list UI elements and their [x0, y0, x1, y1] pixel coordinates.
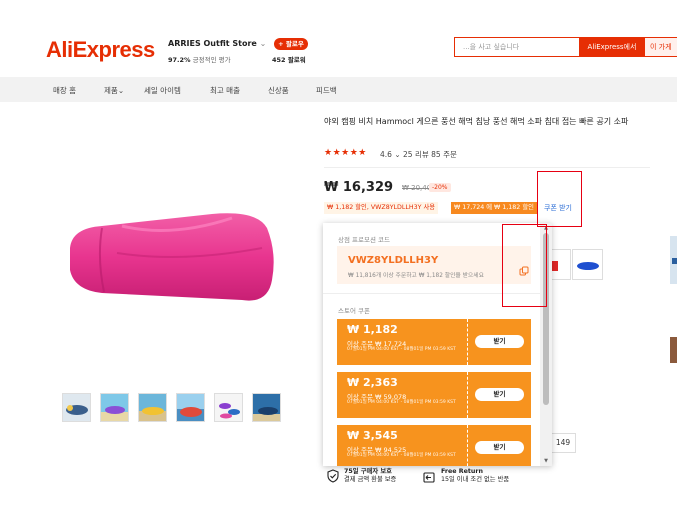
coupon-action-area: 받기	[467, 372, 531, 418]
followers-count: 452 팔로워	[272, 56, 306, 64]
promo-code-condition: ₩ 11,816개 이상 주문하고 ₩ 1,182 할인을 받으세요	[348, 273, 484, 279]
quantity-value[interactable]: 149	[550, 433, 576, 453]
store-caret-icon: ⌄	[259, 39, 267, 48]
free-return-sub: 15일 이내 조건 없는 반품	[441, 476, 510, 483]
rating-summary: 4.6 ⌄ 25 리뷰 85 주문	[380, 149, 457, 160]
promo-code-tag[interactable]: ₩ 1,182 할인, VWZ8YLDLLH3Y 사용	[324, 202, 439, 214]
review-count[interactable]: 25 리뷰	[403, 150, 429, 159]
promo-code-value: VWZ8YLDLLH3Y	[348, 255, 439, 266]
buyer-protection[interactable]: 75일 구매자 보호 결제 금액 환불 보증	[344, 468, 396, 484]
search-input[interactable]: ...을 사고 싶습니다	[454, 37, 579, 57]
coupon-perforation	[467, 372, 468, 418]
search-aliexpress-button[interactable]: AliExpress에서	[579, 37, 645, 57]
store-name-text: ARRIES Outfit Store	[168, 39, 257, 48]
nav-sale-items[interactable]: 세일 아이템	[144, 85, 181, 96]
store-coupon-card: ₩ 2,363 이상 주문 ₩ 59,078 07월01일 PM 04:00 K…	[337, 372, 467, 418]
current-price: ₩ 16,329	[324, 180, 394, 195]
side-product-image-1[interactable]	[666, 232, 677, 292]
search-store-button[interactable]: 이 가게	[645, 37, 677, 57]
store-name[interactable]: ARRIES Outfit Store ⌄	[168, 39, 266, 48]
promo-code-label: 상점 프로모션 코드	[338, 236, 390, 244]
store-coupon-tag[interactable]: ₩ 17,724 에 ₩ 1,182 할인	[451, 202, 537, 214]
nav-new-arrivals[interactable]: 신상품	[268, 85, 289, 96]
coupon-action-area: 받기	[467, 425, 531, 466]
rating-value: 4.6	[380, 150, 392, 159]
coupon-validity: 07월01일 PM 04:00 KST - 08월01일 PM 03:59 KS…	[347, 400, 456, 405]
store-rating-label: 긍정적인 평가	[192, 56, 231, 64]
thumbnail-5[interactable]	[214, 393, 243, 422]
highlight-box	[502, 224, 547, 307]
nav-top-selling[interactable]: 최고 매출	[210, 85, 240, 96]
store-coupon-card: ₩ 3,545 이상 주문 ₩ 94,525 07월01일 PM 04:00 K…	[337, 425, 467, 466]
aliexpress-logo[interactable]: AliExpress	[46, 37, 155, 63]
coupon-perforation	[467, 425, 468, 466]
coupon-amount: ₩ 1,182	[347, 323, 398, 336]
store-rating-percent: 97.2%	[168, 56, 191, 64]
scroll-down-arrow-icon[interactable]: ▼	[543, 458, 549, 464]
coupon-amount: ₩ 2,363	[347, 376, 398, 389]
highlight-box	[537, 171, 582, 227]
coupon-validity: 07월01일 PM 04:00 KST - 08월01일 PM 03:59 KS…	[347, 347, 456, 352]
coupon-validity: 07월01일 PM 04:00 KST - 08월01일 PM 03:59 KS…	[347, 453, 456, 458]
get-coupon-button[interactable]: 받기	[475, 388, 524, 401]
nav-store-home[interactable]: 매장 홈	[53, 85, 76, 96]
free-return-title: Free Return	[441, 468, 483, 475]
nav-products[interactable]: 제품⌄	[104, 85, 124, 96]
coupon-perforation	[467, 319, 468, 365]
discount-badge: -20%	[429, 183, 451, 192]
coupon-amount: ₩ 3,545	[347, 429, 398, 442]
chevron-down-icon: ⌄	[117, 86, 125, 95]
free-return[interactable]: Free Return 15일 이내 조건 없는 반품	[441, 468, 509, 484]
get-coupon-button[interactable]: 받기	[475, 441, 524, 454]
coupon-action-area: 받기	[467, 319, 531, 365]
rating-stars[interactable]: ★★★★★	[324, 148, 367, 158]
thumbnail-4[interactable]	[176, 393, 205, 422]
nav-feedback[interactable]: 피드백	[316, 85, 337, 96]
return-icon	[422, 469, 436, 483]
follow-button[interactable]: + 팔로우	[274, 38, 308, 50]
store-rating: 97.2% 긍정적인 평가	[168, 54, 231, 64]
thumbnail-3[interactable]	[138, 393, 167, 422]
thumbnail-2[interactable]	[100, 393, 129, 422]
get-coupon-button[interactable]: 받기	[475, 335, 524, 348]
nav-products-label: 제품	[104, 86, 118, 95]
buyer-protection-title: 75일 구매자 보호	[344, 468, 392, 475]
buyer-protection-sub: 결제 금액 환불 보증	[344, 476, 397, 483]
divider	[324, 167, 650, 168]
variant-blue-thumbnail[interactable]	[572, 249, 603, 280]
thumbnail-1[interactable]	[62, 393, 91, 422]
thumbnail-6[interactable]	[252, 393, 281, 422]
order-count: 85 주문	[431, 150, 457, 159]
product-title: 야외 캠핑 비치 Hammocl 게으른 풍선 해먹 침낭 풍선 해먹 소파 침…	[324, 117, 629, 126]
store-coupon-card: ₩ 1,182 이상 주문 ₩ 17,724 07월01일 PM 04:00 K…	[337, 319, 467, 365]
store-nav-bar: 매장 홈 제품⌄ 세일 아이템 최고 매출 신상품 피드백	[0, 77, 677, 102]
store-coupon-label: 스토어 쿠폰	[338, 307, 370, 315]
shield-check-icon	[327, 468, 339, 483]
main-product-image[interactable]	[62, 208, 282, 313]
rating-caret-icon[interactable]: ⌄	[394, 150, 400, 159]
side-product-image-2[interactable]	[666, 335, 677, 365]
